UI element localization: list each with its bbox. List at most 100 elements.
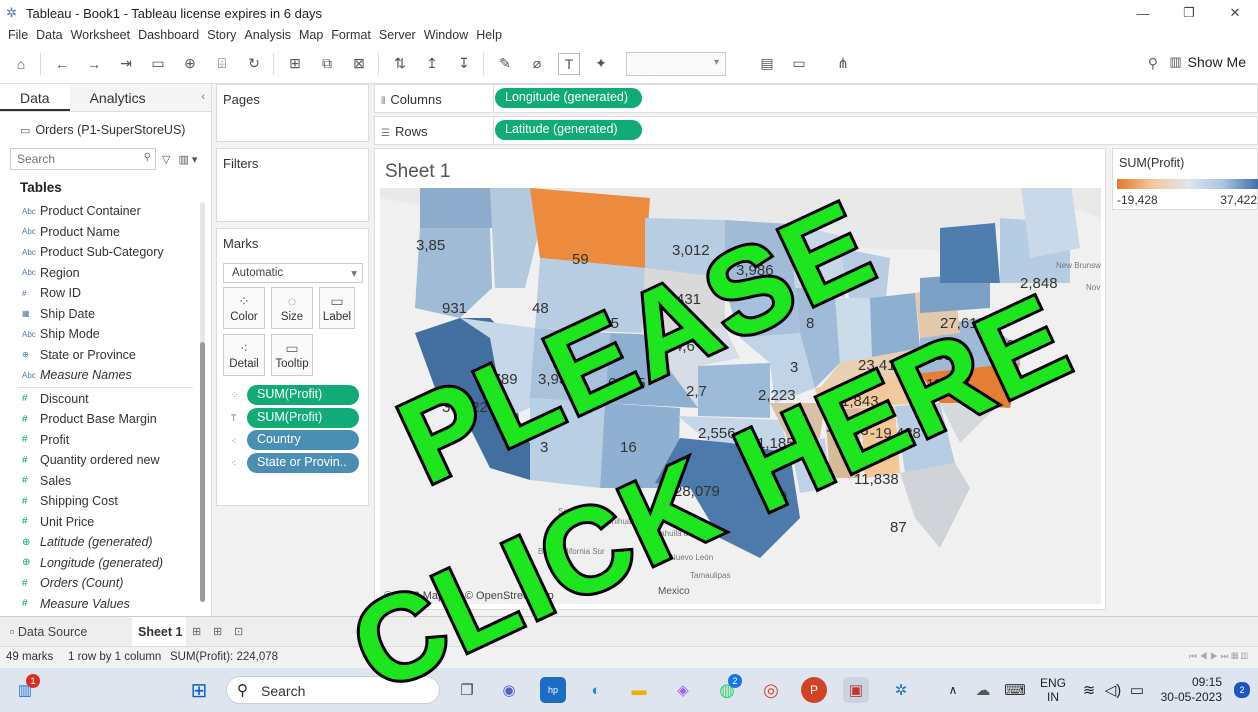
save-icon[interactable]: ▭	[147, 53, 169, 75]
country-pill[interactable]: Country	[247, 430, 359, 450]
show-labels-icon[interactable]: T	[558, 52, 580, 75]
state-pill[interactable]: State or Provin..	[247, 453, 359, 473]
duplicate-sheet-icon[interactable]: ⧉	[316, 53, 338, 75]
sheet-nav-icons[interactable]: ⏮ ◀ ▶ ⏭ ▦ ▥	[1189, 651, 1248, 662]
menu-server[interactable]: Server	[379, 28, 416, 42]
mark-type-dropdown[interactable]: Automatic	[223, 263, 363, 283]
map-view[interactable]: Sonora Chihuahua Coahuila de Zaragoza Ba…	[380, 188, 1101, 604]
label-pill[interactable]: SUM(Profit)	[247, 408, 359, 428]
field-item[interactable]: ⊕ State or Province	[0, 345, 211, 366]
field-item[interactable]: # Profit	[0, 430, 211, 451]
field-item[interactable]: # Row ID	[0, 283, 211, 304]
color-pill[interactable]: SUM(Profit)	[247, 385, 359, 405]
myhp-icon[interactable]: hp	[540, 677, 566, 703]
field-item[interactable]: ▦ Ship Date	[0, 304, 211, 325]
color-legend[interactable]: SUM(Profit) -19,428 37,422	[1112, 148, 1258, 210]
clock[interactable]: 09:15 30-05-2023	[1158, 675, 1222, 705]
field-item[interactable]: ⊕ Longitude (generated)	[0, 553, 211, 574]
field-item[interactable]: Abc Ship Mode	[0, 324, 211, 345]
menu-worksheet[interactable]: Worksheet	[71, 28, 131, 42]
sort-asc-icon[interactable]: ↥	[421, 53, 443, 75]
tableau-taskbar-icon[interactable]: ✲	[888, 677, 914, 703]
replay-icon[interactable]: ⇥	[115, 53, 137, 75]
menu-file[interactable]: File	[8, 28, 28, 42]
tableau-reader-icon[interactable]: ▣	[843, 677, 869, 703]
task-view-icon[interactable]: ❐	[454, 677, 480, 703]
size-button[interactable]: ◌ Size	[271, 287, 313, 329]
fit-dropdown[interactable]	[626, 51, 726, 76]
datasource-item[interactable]: ▭ Orders (P1-SuperStoreUS)	[0, 112, 211, 142]
field-item[interactable]: # Orders (Count)	[0, 573, 211, 594]
state-new-york[interactable]	[940, 223, 1000, 283]
file-explorer-icon[interactable]: ▬	[626, 677, 652, 703]
collapse-pane-icon[interactable]: ‹	[201, 91, 205, 103]
volume-icon[interactable]: ◁)	[1100, 677, 1126, 703]
pause-updates-icon[interactable]: ⌹	[211, 53, 233, 75]
field-item[interactable]: Abc Region	[0, 263, 211, 284]
windows-start-icon[interactable]: ⊞	[186, 677, 212, 703]
close-button[interactable]: ✕	[1212, 0, 1258, 26]
fix-axes-icon[interactable]: ✦	[590, 53, 612, 75]
pin-icon[interactable]: ⚲	[1148, 55, 1158, 72]
redo-icon[interactable]: →	[83, 53, 105, 75]
menu-analysis[interactable]: Analysis	[244, 28, 291, 42]
highlight-icon[interactable]: ✎	[494, 53, 516, 75]
share-icon[interactable]: ⋔	[832, 53, 854, 75]
menu-window[interactable]: Window	[424, 28, 468, 42]
minimize-button[interactable]: —	[1120, 0, 1166, 26]
undo-icon[interactable]: ←	[51, 53, 73, 75]
scrollbar-thumb[interactable]	[200, 342, 205, 602]
rows-shelf[interactable]: ☰ Rows Latitude (generated)	[374, 116, 1258, 145]
sheet1-tab[interactable]: Sheet 1	[132, 617, 186, 647]
onedrive-icon[interactable]: ☁	[970, 677, 996, 703]
field-item[interactable]: # Product Base Margin	[0, 409, 211, 430]
new-worksheet-tab-icon[interactable]: ⊞	[192, 625, 201, 638]
columns-shelf[interactable]: ⦀ Columns Longitude (generated)	[374, 84, 1258, 113]
field-item[interactable]: Abc Product Sub-Category	[0, 242, 211, 263]
tab-analytics[interactable]: Analytics	[69, 84, 211, 111]
swap-icon[interactable]: ⇅	[389, 53, 411, 75]
show-cards-icon[interactable]: ▤	[756, 53, 778, 75]
teams-icon[interactable]: ◉	[496, 677, 522, 703]
wifi-icon[interactable]: ≋	[1076, 677, 1102, 703]
powerpoint-icon[interactable]: P	[801, 677, 827, 703]
view-options-icon[interactable]: ▥ ▾	[178, 153, 197, 166]
group-icon[interactable]: ⌀	[526, 53, 548, 75]
field-search-input[interactable]	[11, 149, 131, 169]
state-ohio[interactable]	[870, 293, 920, 358]
field-item[interactable]: # Measure Values	[0, 594, 211, 615]
keyboard-icon[interactable]: ⌨	[1002, 677, 1028, 703]
field-item[interactable]: Abc Measure Names	[0, 365, 211, 386]
data-source-tab[interactable]: ▫ Data Source	[10, 625, 87, 639]
state-alabama[interactable]	[860, 406, 900, 478]
state-utah[interactable]	[530, 328, 610, 403]
rows-pill[interactable]: Latitude (generated)	[495, 120, 642, 140]
menu-data[interactable]: Data	[36, 28, 62, 42]
field-item[interactable]: # Discount	[0, 389, 211, 410]
field-item[interactable]: # Sales	[0, 471, 211, 492]
chrome-icon[interactable]: ◎	[758, 677, 784, 703]
sort-desc-icon[interactable]: ↧	[453, 53, 475, 75]
detail-button[interactable]: ⁖ Detail	[223, 334, 265, 376]
new-worksheet-icon[interactable]: ⊞	[284, 53, 306, 75]
new-story-tab-icon[interactable]: ⊡	[234, 625, 243, 638]
state-wyoming[interactable]	[535, 258, 645, 333]
state-washington[interactable]	[420, 188, 495, 228]
data-pane-scrollbar[interactable]	[200, 202, 205, 602]
columns-pill[interactable]: Longitude (generated)	[495, 88, 642, 108]
tooltip-button[interactable]: ▭ Tooltip	[271, 334, 313, 376]
new-dashboard-tab-icon[interactable]: ⊞	[213, 625, 222, 638]
taskbar-search[interactable]: ⚲ Search	[226, 676, 440, 704]
refresh-icon[interactable]: ↻	[243, 53, 265, 75]
tab-data[interactable]: Data	[0, 84, 70, 111]
show-me-button[interactable]: ▥ Show Me	[1169, 54, 1246, 70]
new-datasource-icon[interactable]: ⊕	[179, 53, 201, 75]
label-button[interactable]: ▭ Label	[319, 287, 355, 329]
field-item[interactable]: # Shipping Cost	[0, 491, 211, 512]
field-item[interactable]: # Quantity ordered new	[0, 450, 211, 471]
menu-help[interactable]: Help	[476, 28, 502, 42]
maximize-button[interactable]: ❐	[1166, 0, 1212, 26]
state-indiana[interactable]	[835, 298, 872, 363]
state-montana[interactable]	[530, 188, 650, 268]
state-maine[interactable]	[1020, 188, 1080, 258]
